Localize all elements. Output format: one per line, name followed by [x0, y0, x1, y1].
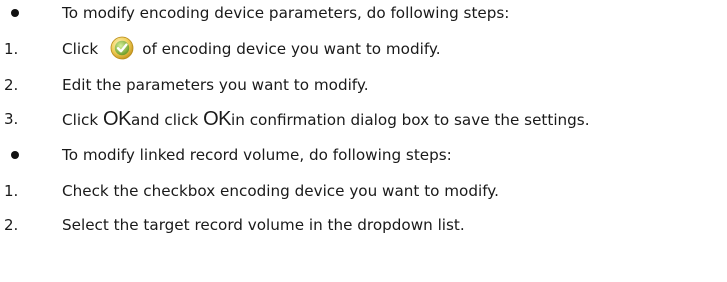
ok-label: OK	[203, 108, 232, 130]
step-item: 3. Click OKand click OKin confirmation d…	[0, 106, 727, 132]
step-text: Check the checkbox encoding device you w…	[62, 182, 499, 200]
bullet-item-encoding-parameters: To modify encoding device parameters, do…	[0, 0, 727, 26]
step-text: Click OKand click OKin confirmation dial…	[62, 106, 590, 132]
step-item: 1. Click of encoding device you want to …	[0, 36, 727, 62]
ok-label: OK	[103, 108, 131, 130]
step-text: Click of encoding device you want to mod…	[62, 36, 441, 62]
step-text-part: in confirmation dialog box to save the s…	[231, 111, 590, 129]
bullet-dot-icon	[11, 9, 19, 17]
bullet-marker	[4, 0, 34, 26]
bullet-text: To modify encoding device parameters, do…	[62, 4, 510, 22]
bullet-dot-icon	[11, 151, 19, 159]
step-item: 2. Select the target record volume in th…	[0, 212, 727, 238]
step-number: 2.	[4, 216, 19, 234]
step-text: Select the target record volume in the d…	[62, 216, 465, 234]
bullet-text: To modify linked record volume, do follo…	[62, 146, 452, 164]
instructions-document: To modify encoding device parameters, do…	[0, 0, 727, 282]
step-number: 1.	[4, 182, 19, 200]
step-number: 1.	[4, 40, 19, 58]
step-text: Edit the parameters you want to modify.	[62, 76, 369, 94]
bullet-item-record-volume: To modify linked record volume, do follo…	[0, 142, 727, 168]
step-text-part: Click	[62, 111, 104, 129]
bullet-marker	[4, 142, 34, 168]
step-text-before-icon: Click	[62, 40, 99, 58]
step-item: 2. Edit the parameters you want to modif…	[0, 72, 727, 98]
step-number: 3.	[4, 110, 19, 128]
step-text-part: and click	[130, 111, 204, 129]
step-number: 2.	[4, 76, 19, 94]
step-item: 1. Check the checkbox encoding device yo…	[0, 178, 727, 204]
check-circle-icon	[110, 36, 134, 60]
step-text-after-icon: of encoding device you want to modify.	[142, 40, 441, 58]
